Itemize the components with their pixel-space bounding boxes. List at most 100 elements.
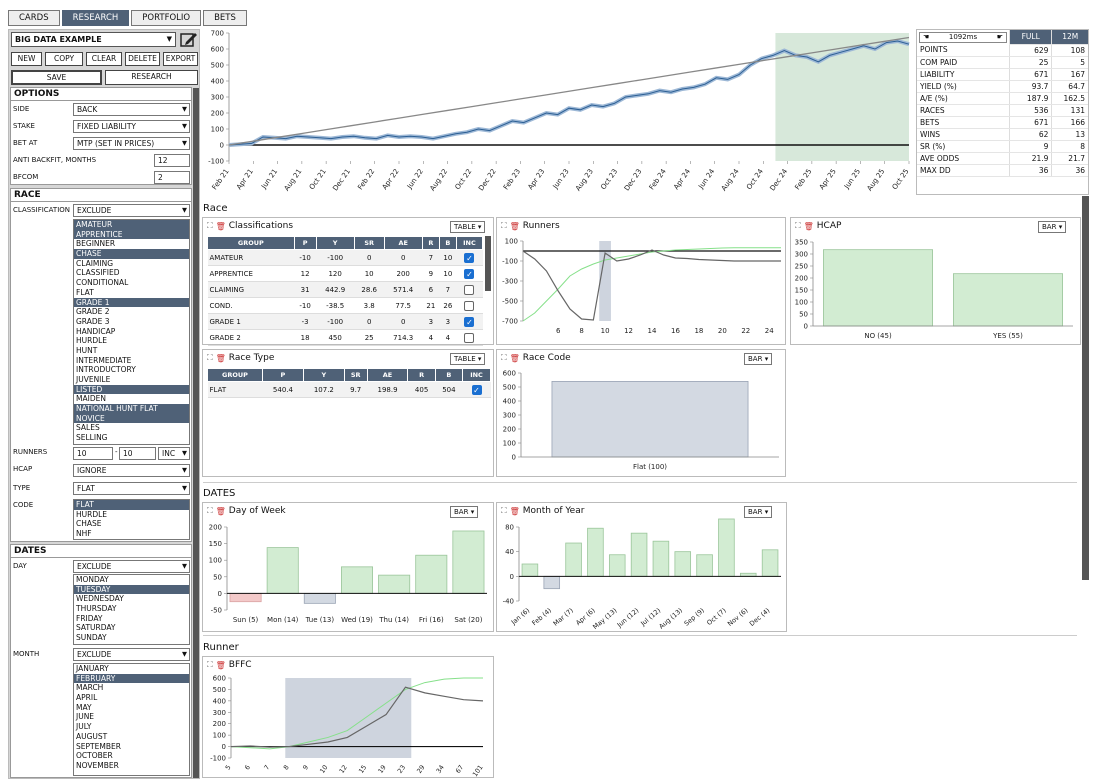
pointer-right-icon[interactable]: ☛ xyxy=(997,33,1003,41)
month-option[interactable]: MAY xyxy=(74,703,189,713)
month-mode-select[interactable]: EXCLUDE ▼ xyxy=(73,648,190,661)
export-button[interactable]: EXPORT xyxy=(163,52,198,66)
column-header[interactable]: GROUP xyxy=(207,368,263,382)
classification-option[interactable]: CLAIMING xyxy=(74,259,189,269)
edit-icon[interactable] xyxy=(180,31,198,48)
antibackfit-input[interactable]: 12 xyxy=(154,154,190,167)
save-button[interactable]: SAVE xyxy=(11,70,102,85)
trash-icon[interactable]: 🗑 xyxy=(216,661,226,670)
column-header[interactable]: P xyxy=(293,236,317,250)
bfcom-input[interactable]: 2 xyxy=(154,171,190,184)
new-button[interactable]: NEW xyxy=(11,52,42,66)
hcap-select[interactable]: IGNORE ▼ xyxy=(73,464,190,477)
day-option[interactable]: THURSDAY xyxy=(74,604,189,614)
classification-option[interactable]: JUVENILE xyxy=(74,375,189,385)
classification-option[interactable]: HURDLE xyxy=(74,336,189,346)
trash-icon[interactable]: 🗑 xyxy=(510,354,520,363)
day-mode-select[interactable]: EXCLUDE ▼ xyxy=(73,560,190,573)
main-scrollbar[interactable] xyxy=(1082,196,1089,580)
trash-icon[interactable]: 🗑 xyxy=(216,507,226,516)
classification-option[interactable]: AMATEUR xyxy=(74,220,189,230)
include-checkbox[interactable]: ✓ xyxy=(464,252,475,263)
stake-select[interactable]: FIXED LIABILITY ▼ xyxy=(73,120,190,133)
column-header[interactable]: INC xyxy=(462,368,491,382)
classification-option[interactable]: CONDITIONAL xyxy=(74,278,189,288)
copy-button[interactable]: COPY xyxy=(45,52,83,66)
classification-option[interactable]: CHASE xyxy=(74,249,189,259)
expand-icon[interactable]: ⛶ xyxy=(795,221,801,231)
include-checkbox[interactable]: ✓ xyxy=(471,384,482,395)
tab-research[interactable]: RESEARCH xyxy=(61,10,130,26)
code-option[interactable]: CHASE xyxy=(74,519,189,529)
column-header[interactable]: R xyxy=(407,368,436,382)
trash-icon[interactable]: 🗑 xyxy=(216,222,226,231)
day-list[interactable]: MONDAY TUESDAY WEDNESDAY THURSDAY FRIDAY SATU… xyxy=(73,574,190,645)
column-header[interactable]: GROUP xyxy=(207,236,295,250)
include-checkbox[interactable] xyxy=(464,332,475,343)
month-list[interactable]: JANUARY FEBRUARY MARCH APRIL MAY JUNE JULY AUGU… xyxy=(73,663,190,776)
research-button[interactable]: RESEARCH xyxy=(105,70,198,85)
month-option[interactable]: OCTOBER xyxy=(74,751,189,761)
side-select[interactable]: BACK ▼ xyxy=(73,103,190,116)
tab-bets[interactable]: BETS xyxy=(203,10,247,26)
month-option[interactable]: JANUARY xyxy=(74,664,189,674)
classification-option[interactable]: APPRENTICE xyxy=(74,229,189,240)
code-option[interactable]: HURDLE xyxy=(74,510,189,520)
month-option[interactable]: AUGUST xyxy=(74,732,189,742)
column-header[interactable]: B xyxy=(438,236,457,250)
day-option[interactable]: SUNDAY xyxy=(74,633,189,643)
column-header[interactable]: AE xyxy=(366,368,409,382)
runners-min-input[interactable]: 10 xyxy=(73,447,113,460)
column-header[interactable]: R xyxy=(421,236,440,250)
expand-icon[interactable]: ⛶ xyxy=(207,221,213,231)
day-option[interactable]: FRIDAY xyxy=(74,614,189,624)
code-option[interactable]: NHF xyxy=(74,529,189,539)
clear-button[interactable]: CLEAR xyxy=(86,52,122,66)
trash-icon[interactable]: 🗑 xyxy=(804,222,814,231)
column-header[interactable]: Y xyxy=(302,368,345,382)
classification-option[interactable]: HUNT xyxy=(74,346,189,356)
left-scrollbar[interactable] xyxy=(193,88,199,778)
classification-option[interactable]: GRADE 2 xyxy=(74,307,189,317)
day-option[interactable]: SATURDAY xyxy=(74,623,189,633)
tab-portfolio[interactable]: PORTFOLIO xyxy=(131,10,202,26)
day-option[interactable]: MONDAY xyxy=(74,575,189,585)
classification-option[interactable]: NOVICE xyxy=(74,413,189,424)
classification-list[interactable]: AMATEUR APPRENTICE BEGINNER CHASE CLAIMING CL… xyxy=(73,219,190,445)
trash-icon[interactable]: 🗑 xyxy=(216,354,226,363)
classification-option[interactable]: INTRODUCTORY xyxy=(74,365,189,375)
runners-mode-select[interactable]: INC ▼ xyxy=(158,447,190,460)
month-option[interactable]: NOVEMBER xyxy=(74,761,189,771)
month-option[interactable]: JULY xyxy=(74,722,189,732)
classification-option[interactable]: HANDICAP xyxy=(74,327,189,337)
month-option[interactable]: SEPTEMBER xyxy=(74,742,189,752)
include-checkbox[interactable] xyxy=(464,284,475,295)
pointer-left-icon[interactable]: ☚ xyxy=(923,33,929,41)
expand-icon[interactable]: ⛶ xyxy=(501,506,507,516)
expand-icon[interactable]: ⛶ xyxy=(207,660,213,670)
classification-option[interactable]: FLAT xyxy=(74,288,189,298)
trash-icon[interactable]: 🗑 xyxy=(510,222,520,231)
classification-option[interactable]: SALES xyxy=(74,423,189,433)
trash-icon[interactable]: 🗑 xyxy=(510,507,520,516)
classification-option[interactable]: LISTED xyxy=(74,384,189,395)
race-type-mode-select[interactable]: TABLE ▾ xyxy=(450,353,486,365)
classification-option[interactable]: GRADE 3 xyxy=(74,317,189,327)
code-option[interactable]: FLAT xyxy=(74,500,189,510)
month-option[interactable]: MARCH xyxy=(74,683,189,693)
classification-option[interactable]: NATIONAL HUNT FLAT xyxy=(74,404,189,414)
classification-option[interactable]: CLASSIFIED xyxy=(74,268,189,278)
column-header[interactable]: SR xyxy=(343,368,368,382)
code-list[interactable]: FLAT HURDLE CHASE NHF xyxy=(73,499,190,540)
column-header[interactable]: Y xyxy=(315,236,355,250)
include-checkbox[interactable]: ✓ xyxy=(464,316,475,327)
column-header[interactable]: SR xyxy=(353,236,385,250)
classifications-scrollbar[interactable] xyxy=(485,236,491,291)
column-header[interactable]: B xyxy=(434,368,464,382)
classification-option[interactable]: GRADE 1 xyxy=(74,297,189,308)
system-select[interactable]: BIG DATA EXAMPLE ▼ xyxy=(11,32,176,47)
month-option[interactable]: APRIL xyxy=(74,693,189,703)
include-checkbox[interactable]: ✓ xyxy=(464,268,475,279)
tab-cards[interactable]: CARDS xyxy=(8,10,60,26)
classification-mode-select[interactable]: EXCLUDE ▼ xyxy=(73,204,190,217)
